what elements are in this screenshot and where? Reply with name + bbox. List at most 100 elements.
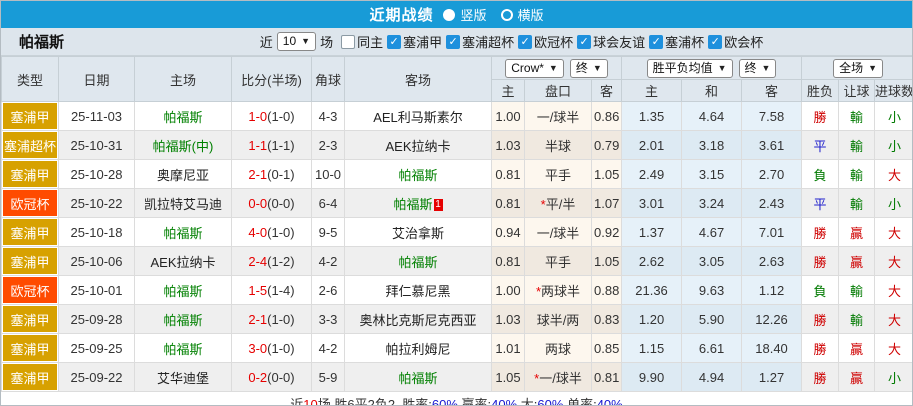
asian-away-odds: 0.79 [590,130,623,160]
recent-results-widget: 近期战绩 竖版 横版 帕福斯 近 10 ▼ 场 同主 ✓ 塞浦甲 ✓ 塞浦超杯 ✓ 欧冠杯 ✓ 球… [0,0,913,406]
home-team[interactable]: 帕福斯 [134,101,232,131]
home-team[interactable]: 帕福斯 [134,275,232,305]
league-badge: 欧冠杯 [1,188,59,218]
col-header-asian-away: 客 [590,79,623,102]
corners: 6-4 [311,188,345,218]
match-date: 25-10-28 [58,159,135,189]
halftime-score: (0-0) [267,369,295,385]
halftime-score: (0-1) [267,166,295,182]
filter-checkbox-0[interactable]: 同主 [341,32,383,51]
asian-handicap: 半球 [524,130,592,160]
fulltime-score: 2-1 [248,166,268,182]
away-team[interactable]: 帕福斯 [393,197,432,212]
league-badge: 塞浦甲 [1,217,59,247]
fulltime-score: 1-1 [248,137,268,153]
away-team[interactable]: 奥林比克斯尼克西亚 [359,313,476,328]
filter-checkbox-3[interactable]: ✓ 欧冠杯 [518,32,573,51]
goals-result: 小 [874,188,912,218]
away-team[interactable]: AEK拉纳卡 [385,139,450,154]
home-team[interactable]: 凯拉特艾马迪 [134,188,232,218]
goals-result: 大 [874,275,912,305]
away-team-cell: 帕福斯 1 [344,188,492,218]
match-date: 25-10-31 [58,130,135,160]
away-team[interactable]: 艾治拿斯 [392,226,444,241]
asian-away-odds: 0.92 [590,217,623,247]
score-cell: 1-1(1-1) [231,130,312,160]
wdl-result: 負 [801,159,840,189]
euro-odds-header: 胜平负均值 ▼ 终 ▼ [621,56,803,80]
away-team[interactable]: 帕福斯 [398,255,437,270]
away-team[interactable]: 拜仁慕尼黑 [385,284,450,299]
euro-away-odds: 12.26 [741,304,803,334]
scope-select[interactable]: 全场 ▼ [833,58,884,78]
score-cell: 2-1(0-1) [231,159,312,189]
handicap-result: 輸 [838,159,876,189]
euro-away-odds: 2.43 [741,188,803,218]
fulltime-score: 4-0 [248,224,268,240]
asian-away-odds: 1.05 [590,159,623,189]
home-team[interactable]: AEK拉纳卡 [134,246,232,276]
away-team[interactable]: AEL利马斯素尔 [373,110,463,125]
match-count-select[interactable]: 10 ▼ [276,32,317,51]
col-header-euro-away: 客 [741,79,803,102]
euro-home-odds: 1.15 [621,333,683,363]
euro-provider-select[interactable]: 胜平负均值 ▼ [646,58,733,78]
asian-provider-select[interactable]: Crow* ▼ [505,58,564,78]
away-team[interactable]: 帕拉利姆尼 [385,342,450,357]
filter-checkbox-2[interactable]: ✓ 塞浦超杯 [446,32,514,51]
home-team[interactable]: 帕福斯 [134,217,232,247]
euro-home-odds: 2.62 [621,246,683,276]
asian-away-odds: 1.05 [590,246,623,276]
filter-checkbox-5[interactable]: ✓ 塞浦杯 [649,32,704,51]
filter-bar: 帕福斯 近 10 ▼ 场 同主 ✓ 塞浦甲 ✓ 塞浦超杯 ✓ 欧冠杯 ✓ 球会友谊 ✓ 塞浦杯 ✓ 欧会… [1,28,912,56]
table-row: 欧冠杯 25-10-22 凯拉特艾马迪 0-0(0-0) 6-4 帕福斯 1 0.… [1,188,912,218]
handicap-result: 贏 [838,246,876,276]
home-team[interactable]: 奥摩尼亚 [134,159,232,189]
home-team[interactable]: 帕福斯 [134,304,232,334]
filter-checkbox-1[interactable]: ✓ 塞浦甲 [387,32,442,51]
asian-odds-header: Crow* ▼ 终 ▼ [490,56,623,80]
footer-segment: 单率: [563,397,597,406]
asian-home-odds: 1.00 [491,101,525,131]
home-team[interactable]: 艾华迪堡 [134,362,232,392]
col-header-asian-home: 主 [491,79,525,102]
away-team[interactable]: 帕福斯 [398,168,437,183]
euro-draw-odds: 5.90 [681,304,743,334]
footer-segment: 10 [303,397,318,406]
asian-handicap: 球半/两 [524,304,592,334]
euro-away-odds: 1.27 [741,362,803,392]
view-radio-horizontal[interactable]: 横版 [500,5,544,24]
home-team[interactable]: 帕福斯 [134,333,232,363]
asian-handicap: 一/球半 [524,217,592,247]
home-team[interactable]: 帕福斯(中) [134,130,232,160]
filter-checkbox-4[interactable]: ✓ 球会友谊 [577,32,645,51]
checkbox-label: 塞浦杯 [665,35,705,50]
score-cell: 1-0(1-0) [231,101,312,131]
chevron-down-icon: ▼ [717,62,727,73]
euro-time-select[interactable]: 终 ▼ [738,58,777,78]
asian-handicap: 两球 [524,333,592,363]
table-row: 塞浦甲 25-09-28 帕福斯 2-1(1-0) 3-3 奥林比克斯尼克西亚 … [1,304,912,334]
league-badge: 欧冠杯 [1,275,59,305]
col-header-euro-draw: 和 [681,79,743,102]
table-row: 塞浦甲 25-09-25 帕福斯 3-0(1-0) 4-2 帕拉利姆尼 1.01… [1,333,912,363]
asian-time-select[interactable]: 终 ▼ [569,58,608,78]
euro-home-odds: 1.20 [621,304,683,334]
footer-segment: 近 [290,397,304,406]
view-radio-vertical[interactable]: 竖版 [443,5,487,24]
wdl-result: 勝 [801,246,840,276]
footer-segment: 大: [517,397,538,406]
title-bar: 近期战绩 竖版 横版 [1,1,912,28]
away-team[interactable]: 帕福斯 [398,371,437,386]
checkbox-label: 塞浦甲 [403,35,443,50]
euro-draw-odds: 3.24 [681,188,743,218]
match-date: 25-11-03 [58,101,135,131]
filter-checkbox-6[interactable]: ✓ 欧会杯 [708,32,763,51]
col-header-score: 比分(半场) [231,56,312,102]
table-row: 欧冠杯 25-10-01 帕福斯 1-5(1-4) 2-6 拜仁慕尼黑 1.00… [1,275,912,305]
league-badge: 塞浦甲 [1,159,59,189]
euro-draw-odds: 4.64 [681,101,743,131]
euro-away-odds: 1.12 [741,275,803,305]
asian-home-odds: 0.81 [491,246,525,276]
halftime-score: (1-1) [267,137,295,153]
